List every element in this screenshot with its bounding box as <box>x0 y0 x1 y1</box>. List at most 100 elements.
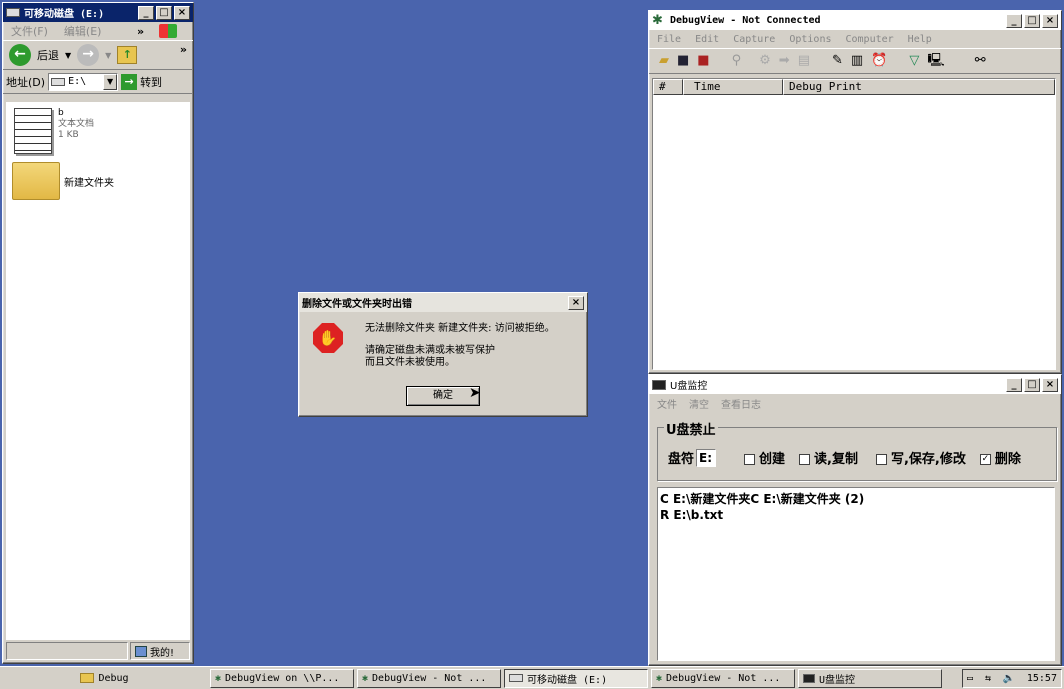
tray-network-icon[interactable]: ⇆ <box>985 673 991 684</box>
close-button[interactable]: × <box>1042 377 1058 392</box>
taskbar-item-usb-monitor[interactable]: U盘监控 <box>798 668 942 688</box>
forward-dropdown-icon[interactable]: ▼ <box>105 51 111 60</box>
option-read[interactable]: 读,复制 <box>799 448 858 467</box>
highlight-icon[interactable]: ▽ <box>909 54 919 68</box>
status-right-label: 我的! <box>150 647 175 659</box>
explorer-statusbar: 我的! <box>6 642 190 660</box>
debugview-toolbar: ▰ ■ ■ ⚲ ⚙ ➡ ▤ ✎ ▥ ⏰ ▽ 🖳 ⚯ <box>649 48 1061 74</box>
taskbar-item-debugview-remote[interactable]: ✱ DebugView on \\P... <box>210 668 354 688</box>
column-header-time[interactable]: Time <box>683 79 783 95</box>
chevron-more-icon[interactable]: » <box>137 25 144 38</box>
taskbar-item-removable-disk[interactable]: 可移动磁盘 (E:) <box>504 668 648 688</box>
usb-log[interactable]: C E:\新建文件夹C E:\新建文件夹 (2) R E:\b.txt <box>657 487 1055 661</box>
explorer-window: 可移动磁盘 (E:) _ □ × 文件(F) 编辑(E) » ← 后退 ▼ → … <box>2 2 194 664</box>
usb-titlebar[interactable]: U盘监控 _ □ × <box>649 375 1061 394</box>
volume-icon[interactable]: 🔈 <box>1003 673 1015 684</box>
dialog-message-line2: 请确定磁盘未满或未被写保护 <box>365 345 495 356</box>
file-item-b[interactable]: b 文本文档 1 KB <box>14 108 94 154</box>
usb-menubar: 文件 清空 查看日志 <box>649 394 1061 412</box>
back-icon[interactable]: ← <box>9 44 31 66</box>
find-icon[interactable]: ⚲ <box>732 54 742 68</box>
minimize-button[interactable]: _ <box>138 5 154 20</box>
bug-icon: ✱ <box>656 672 663 684</box>
windows-logo-icon <box>159 24 177 38</box>
maximize-button[interactable]: □ <box>1024 377 1040 392</box>
read-checkbox[interactable] <box>799 454 811 465</box>
option-write[interactable]: 写,保存,修改 <box>875 448 966 467</box>
maximize-button[interactable]: □ <box>156 5 172 20</box>
filter-icon[interactable]: ✎ <box>832 54 843 68</box>
folder-icon <box>80 673 95 683</box>
menu-file[interactable]: File <box>657 34 681 45</box>
minimize-button[interactable]: _ <box>1006 13 1022 28</box>
go-icon[interactable]: → <box>121 73 138 90</box>
write-checkbox[interactable] <box>875 454 887 465</box>
create-checkbox[interactable] <box>744 454 756 465</box>
back-dropdown-icon[interactable]: ▼ <box>65 51 71 60</box>
column-header-debug-print[interactable]: Debug Print <box>783 79 1055 95</box>
save-as-icon[interactable]: ■ <box>697 54 709 68</box>
scroll-icon[interactable]: ➡ <box>779 54 790 68</box>
my-computer-icon <box>135 645 147 657</box>
save-icon[interactable]: ■ <box>677 54 689 68</box>
minimize-button[interactable]: _ <box>1006 377 1022 392</box>
explorer-titlebar[interactable]: 可移动磁盘 (E:) _ □ × <box>3 3 193 22</box>
file-item-folder[interactable]: 新建文件夹 <box>12 162 114 200</box>
mouse-cursor-icon: ➤ <box>469 385 481 401</box>
address-value: E:\ <box>68 76 87 87</box>
explorer-menubar: 文件(F) 编辑(E) » <box>3 22 193 40</box>
file-name: 新建文件夹 <box>64 177 114 189</box>
debugview-titlebar[interactable]: ✱ DebugView - Not Connected _ □ × <box>649 11 1061 30</box>
drive-icon <box>6 8 20 17</box>
menu-file[interactable]: 文件(F) <box>11 23 48 39</box>
history-icon[interactable]: ▥ <box>851 54 863 68</box>
clock[interactable]: 15:57 <box>1027 673 1057 684</box>
file-size: 1 KB <box>58 130 79 140</box>
open-icon[interactable]: ▰ <box>659 54 669 68</box>
menu-capture[interactable]: Capture <box>733 34 775 45</box>
go-label[interactable]: 转到 <box>140 74 162 90</box>
menu-edit[interactable]: Edit <box>695 34 719 45</box>
address-dropdown-icon[interactable]: ▼ <box>103 73 118 90</box>
stop-icon: ✋ <box>313 323 343 353</box>
up-folder-icon[interactable]: ↑ <box>117 46 138 64</box>
close-button[interactable]: × <box>1042 13 1058 28</box>
dialog-titlebar[interactable]: 删除文件或文件夹时出错 × <box>299 293 587 312</box>
address-bar: 地址(D) E:\ ▼ → 转到 <box>3 70 193 94</box>
option-create[interactable]: 创建 <box>744 448 785 467</box>
close-button[interactable]: × <box>568 295 584 310</box>
column-header-number[interactable]: # <box>653 79 683 95</box>
close-button[interactable]: × <box>174 5 190 20</box>
address-combo[interactable]: E:\ ▼ <box>48 72 119 91</box>
taskbar-item-debugview[interactable]: ✱ DebugView - Not ... <box>357 668 501 688</box>
debugview-title: DebugView - Not Connected <box>670 15 821 26</box>
taskbar-item-debugview-2[interactable]: ✱ DebugView - Not ... <box>651 668 795 688</box>
menu-view-log[interactable]: 查看日志 <box>721 396 761 411</box>
binoculars-icon[interactable]: ⚯ <box>975 54 986 68</box>
back-label[interactable]: 后退 <box>37 47 59 63</box>
dialog-message-line3: 而且文件未被使用。 <box>365 357 455 368</box>
menu-edit[interactable]: 编辑(E) <box>64 23 102 39</box>
file-name: b <box>58 108 64 118</box>
explorer-title: 可移动磁盘 (E:) <box>24 9 105 20</box>
toolbar-chevron-icon[interactable]: » <box>180 43 187 56</box>
computer-icon[interactable]: 🖳 <box>927 54 944 68</box>
menu-computer[interactable]: Computer <box>846 34 894 45</box>
capture-icon[interactable]: ⚙ <box>759 54 771 68</box>
usb-block-group: U盘禁止 盘符 E: 创建 读,复制 写,保存,修改 ✓ 删除 <box>657 419 1057 481</box>
menu-help[interactable]: Help <box>908 34 932 45</box>
drive-field[interactable]: E: <box>696 448 717 467</box>
delete-checkbox[interactable]: ✓ <box>979 454 991 465</box>
menu-clear[interactable]: 清空 <box>689 396 709 411</box>
menu-file[interactable]: 文件 <box>657 396 677 411</box>
option-delete[interactable]: ✓ 删除 <box>979 448 1021 467</box>
usb-title: U盘监控 <box>670 381 708 392</box>
forward-icon[interactable]: → <box>77 44 100 66</box>
clock-icon[interactable]: ⏰ <box>871 54 887 68</box>
clear-icon[interactable]: ▤ <box>798 54 810 68</box>
tray-monitor-icon[interactable]: ▭ <box>967 673 973 684</box>
drive-label: 盘符 <box>668 452 695 467</box>
menu-options[interactable]: Options <box>789 34 831 45</box>
maximize-button[interactable]: □ <box>1024 13 1040 28</box>
taskbar-item-debug[interactable]: Debug <box>2 669 207 688</box>
